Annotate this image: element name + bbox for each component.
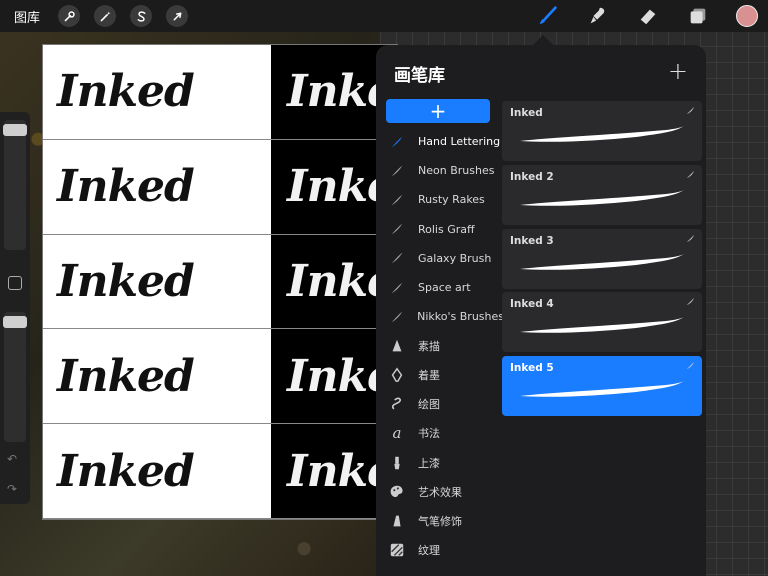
brush-set-label: Rolis Graff — [418, 222, 475, 236]
paint-brush-icon — [388, 454, 406, 472]
brush-set-label: 素描 — [418, 339, 440, 353]
brush-set-item[interactable]: Hand Lettering — [386, 127, 504, 156]
brush-stroke-icon — [388, 191, 406, 209]
brush-name: Inked — [510, 107, 543, 119]
texture-icon — [388, 541, 406, 559]
brush-stroke-icon — [388, 133, 406, 151]
brush-set-label: Rusty Rakes — [418, 193, 485, 207]
brush-set-list: Hand Lettering Neon Brushes Rusty Rakes Rol… — [386, 127, 504, 565]
brush-set-item[interactable]: Rusty Rakes — [386, 185, 504, 214]
artwork-text-white-4: Inked — [43, 329, 271, 425]
brush-card[interactable]: Inked 5 — [502, 356, 702, 417]
panel-pointer — [533, 35, 553, 45]
brush-set-label: Galaxy Brush — [418, 251, 492, 265]
brush-type-icon — [685, 105, 696, 119]
brush-name: Inked 2 — [510, 170, 554, 183]
brush-icon[interactable] — [536, 4, 560, 28]
selection-s-icon[interactable] — [130, 5, 152, 27]
brush-set-label: Hand Lettering — [418, 135, 501, 149]
wrench-icon[interactable] — [58, 5, 80, 27]
artwork-text-white-1: Inked — [43, 45, 271, 140]
airbrush-icon — [388, 512, 406, 530]
pencil-tip-icon — [388, 337, 406, 355]
squiggle-icon — [388, 395, 406, 413]
brush-stroke-icon — [388, 162, 406, 180]
brush-card[interactable]: Inked 4 — [502, 292, 702, 353]
color-swatch[interactable] — [736, 5, 758, 27]
brush-set-item[interactable]: a 书法 — [386, 419, 504, 448]
undo-icon[interactable]: ↶ — [7, 452, 17, 466]
left-sidebar: ↶ ↷ — [0, 112, 30, 504]
brush-name: Inked 4 — [510, 298, 554, 311]
magic-wand-icon[interactable] — [94, 5, 116, 27]
right-tools — [536, 4, 758, 28]
brush-library-panel: 画笔库 + + Hand Lettering Neon Brushes Rusty … — [376, 45, 706, 576]
artwork-text-white-2: Inked — [43, 139, 271, 235]
brush-card[interactable]: Inked 2 — [502, 164, 702, 225]
brush-stroke-icon — [388, 220, 406, 238]
eraser-icon[interactable] — [636, 4, 660, 28]
brush-set-label: Nikko's Brushes — [417, 310, 504, 324]
brush-set-item[interactable]: 气笔修饰 — [386, 506, 504, 535]
brush-stroke-icon — [388, 249, 406, 267]
gallery-button[interactable]: 图库 — [14, 7, 44, 26]
brush-set-label: 气笔修饰 — [418, 515, 462, 529]
brush-name: Inked 5 — [510, 362, 554, 375]
redo-icon[interactable]: ↷ — [7, 482, 17, 496]
artwork[interactable]: Inked Inked Inked Inked Inked Inked Inke… — [42, 44, 398, 520]
brush-set-label: 纹理 — [418, 544, 440, 558]
brush-type-icon — [685, 360, 696, 374]
modify-button[interactable] — [8, 276, 22, 290]
smudge-icon[interactable] — [586, 4, 610, 28]
opacity-slider[interactable] — [3, 312, 27, 442]
brush-set-item[interactable]: Rolis Graff — [386, 215, 504, 244]
top-toolbar: 图库 — [0, 0, 768, 32]
brush-set-label: 书法 — [418, 427, 440, 441]
palette-icon — [388, 483, 406, 501]
brush-card[interactable]: Inked — [502, 101, 702, 161]
brush-set-item[interactable]: Neon Brushes — [386, 156, 504, 185]
brush-set-label: 绘图 — [418, 398, 440, 412]
brush-stroke-icon — [388, 279, 406, 297]
brush-stroke-preview — [516, 316, 688, 338]
brush-type-icon — [685, 233, 696, 247]
brush-set-item[interactable]: 绘图 — [386, 390, 504, 419]
brush-stroke-preview — [516, 189, 688, 211]
brush-set-label: Space art — [418, 281, 471, 295]
brush-size-thumb[interactable] — [3, 124, 27, 136]
brush-set-item[interactable]: Space art — [386, 273, 504, 302]
calligraphy-a-icon: a — [392, 424, 402, 443]
new-brush-set-button[interactable]: + — [386, 99, 490, 123]
brush-card[interactable]: Inked 3 — [502, 228, 702, 289]
brush-set-item[interactable]: 上漆 — [386, 448, 504, 477]
brush-list: Inked Inked 2 Inked 3 Inked 4 Inked 5 — [502, 101, 702, 420]
add-brush-button[interactable]: + — [668, 57, 688, 85]
artwork-text-white-5: Inked — [43, 424, 271, 519]
brush-set-item[interactable]: 着墨 — [386, 361, 504, 390]
brush-set-item[interactable]: 艺术效果 — [386, 477, 504, 506]
arrow-cursor-icon[interactable] — [166, 5, 188, 27]
brush-stroke-preview — [516, 380, 688, 402]
layers-icon[interactable] — [686, 4, 710, 28]
artwork-text-white-3: Inked — [43, 234, 271, 330]
opacity-thumb[interactable] — [3, 316, 27, 328]
brush-set-label: 艺术效果 — [418, 485, 462, 499]
brush-set-item[interactable]: 纹理 — [386, 536, 504, 565]
brush-stroke-preview — [516, 253, 688, 275]
brush-name: Inked 3 — [510, 234, 554, 247]
brush-set-item[interactable]: 素描 — [386, 331, 504, 360]
brush-type-icon — [685, 169, 696, 183]
brush-set-item[interactable]: Galaxy Brush — [386, 244, 504, 273]
brush-size-slider[interactable] — [3, 120, 27, 250]
brush-set-label: Neon Brushes — [418, 164, 495, 178]
brush-set-label: 上漆 — [418, 456, 440, 470]
ink-pen-icon — [388, 366, 406, 384]
brush-stroke-icon — [388, 308, 405, 326]
brush-stroke-preview — [516, 125, 688, 147]
brush-set-item[interactable]: Nikko's Brushes — [386, 302, 504, 331]
brush-type-icon — [685, 296, 696, 310]
brush-set-label: 着墨 — [418, 369, 440, 383]
panel-title: 画笔库 — [394, 66, 445, 86]
